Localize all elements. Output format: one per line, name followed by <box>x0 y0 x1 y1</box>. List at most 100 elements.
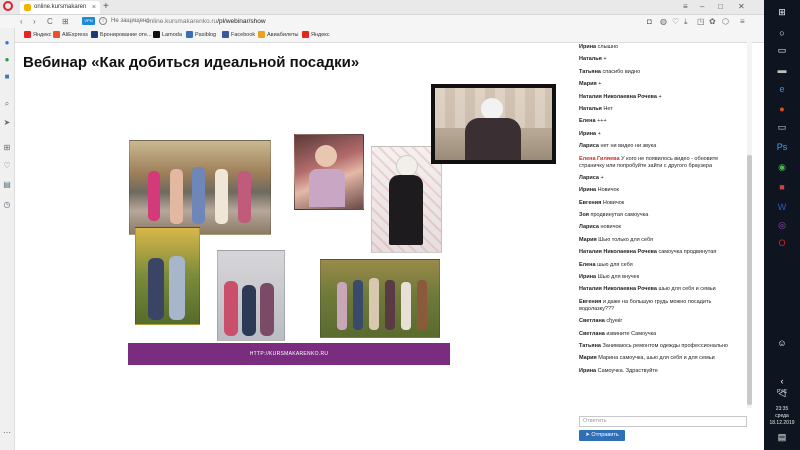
heart-icon[interactable]: ♡ <box>672 16 679 28</box>
chat-message-list: Ирина слышно Наталья + Татьяна спасибо вид… <box>579 44 744 380</box>
not-secure-label[interactable]: Не защищено <box>111 15 150 28</box>
minimize-button[interactable]: – <box>700 0 704 13</box>
chat-author: Наталья <box>579 56 602 63</box>
chat-text: Шью только для себя <box>598 236 653 243</box>
chrome-icon[interactable]: ◉ <box>772 160 792 174</box>
chat-text: + <box>658 93 662 100</box>
chat-author: Татьяна <box>579 68 601 75</box>
reload-button[interactable]: C <box>47 15 53 28</box>
chat-text: нет ни видео ни звука <box>600 143 657 150</box>
chat-message: Ирина + <box>579 131 744 138</box>
firefox-icon[interactable]: ● <box>772 102 792 116</box>
chat-message: Татьяна спасибо видно <box>579 69 744 76</box>
extensions-icon[interactable]: ≡ <box>740 16 745 28</box>
language-indicator[interactable]: РУС <box>764 389 800 395</box>
back-button[interactable]: ‹ <box>20 15 23 28</box>
bookmark-4[interactable]: Pasiblog <box>186 29 216 41</box>
file-explorer-icon[interactable]: ▬ <box>772 63 792 77</box>
heart-sidebar-icon[interactable]: ♡ <box>2 161 12 171</box>
chat-text: самоучка продвинутая <box>658 249 717 256</box>
opera-taskbar-icon[interactable]: O <box>772 236 792 250</box>
viber-icon[interactable]: ◎ <box>772 218 792 232</box>
box-icon[interactable]: ⬡ <box>722 16 729 28</box>
notifications-icon[interactable]: ▤ <box>772 430 792 444</box>
word-icon[interactable]: W <box>772 200 792 214</box>
speed-dial-icon[interactable]: ⊞ <box>62 15 69 28</box>
chat-reply-input[interactable]: Ответить <box>579 416 747 427</box>
send-button-label: Отправить <box>591 432 619 438</box>
bookmark-5-icon <box>222 31 229 39</box>
chat-author: Елена <box>579 261 596 268</box>
bookmark-6[interactable]: Авиабилеты <box>258 29 299 41</box>
opera-sidebar <box>0 28 15 450</box>
chat-author: Евгения <box>579 298 602 305</box>
collage-photo-5 <box>217 250 285 341</box>
grid-icon[interactable]: ⊞ <box>2 143 12 153</box>
task-view-icon[interactable]: ▭ <box>772 43 792 57</box>
webinar-video[interactable] <box>431 84 556 164</box>
url-field[interactable]: online.kursmakarenko.ru/pl/webinar/show <box>146 15 266 28</box>
bookmark-0[interactable]: Яндекс <box>24 29 52 41</box>
photoshop-icon[interactable]: Ps <box>772 140 792 154</box>
chat-author: Евгения <box>579 199 602 206</box>
folder-icon[interactable]: ▭ <box>772 120 792 134</box>
chat-message: Ирина Новичок <box>579 187 744 194</box>
tab-menu-icon[interactable]: ≡ <box>683 0 688 13</box>
bookmark-3[interactable]: Lamoda <box>153 29 182 41</box>
history-icon[interactable]: ◷ <box>2 200 12 210</box>
search-taskbar-icon[interactable]: ○ <box>772 26 792 40</box>
chat-message: Елена шью для себя <box>579 262 744 269</box>
site-banner[interactable]: HTTP://KURSMAKARENKO.RU <box>128 343 450 365</box>
send-button[interactable]: ➤ Отправить <box>579 430 625 441</box>
people-icon[interactable]: ☺ <box>772 336 792 350</box>
maximize-button[interactable]: □ <box>718 0 723 13</box>
bookmark-2[interactable]: Бронирование оте... <box>91 29 152 41</box>
vk-icon[interactable]: ✿ <box>709 16 716 28</box>
bookmark-5[interactable]: Facebook <box>222 29 255 41</box>
bookmark-7[interactable]: Яндекс <box>302 29 330 41</box>
tab-title: online.kursmakarenko.ru/p <box>34 4 86 10</box>
close-window-button[interactable]: ✕ <box>738 0 745 13</box>
chat-message: Светлана сђуеќг <box>579 318 744 325</box>
download-icon[interactable]: ⤓ <box>684 16 688 28</box>
translate-icon[interactable]: ◍ <box>660 16 667 28</box>
vk-sidebar-icon[interactable]: ■ <box>2 72 12 82</box>
chat-message: Мария Шью только для себя <box>579 237 744 244</box>
more-icon[interactable]: ⋯ <box>2 428 12 438</box>
bookmark-1-icon <box>53 31 60 39</box>
bookmark-4-label: Pasiblog <box>195 32 217 38</box>
clock-time[interactable]: 23:35 <box>764 406 800 412</box>
start-icon[interactable]: ⊞ <box>772 5 792 19</box>
messenger-icon[interactable]: ● <box>2 38 12 48</box>
tab-active[interactable]: online.kursmakarenko.ru/p × <box>20 1 100 14</box>
not-secure-icon[interactable]: i <box>99 17 107 25</box>
bookmark-1[interactable]: AliExpress <box>53 29 88 41</box>
opera-logo-icon[interactable] <box>3 1 13 11</box>
chat-author: Лариса <box>579 174 599 181</box>
chat-text: Марина самоучка, шью для себя и для семь… <box>598 355 715 362</box>
bookmark-2-label: Бронирование оте... <box>100 32 152 38</box>
chat-message: Лариса + <box>579 175 744 182</box>
clock-day[interactable]: среда <box>764 413 800 419</box>
tab-close-icon[interactable]: × <box>92 1 96 14</box>
forward-button[interactable]: › <box>33 15 36 28</box>
chat-text: + <box>603 56 607 63</box>
whatsapp-icon[interactable]: ● <box>2 55 12 65</box>
chat-author: Ирина <box>579 274 597 281</box>
clock-date[interactable]: 18.12.2019 <box>764 420 800 426</box>
news-icon[interactable]: ▤ <box>2 180 12 190</box>
video-pop-icon[interactable]: ◳ <box>697 16 705 28</box>
chat-text: спасибо видно <box>602 68 641 75</box>
chat-text: +++ <box>597 118 607 125</box>
chat-message: Лариса новичок <box>579 224 744 231</box>
app-icon[interactable]: ■ <box>772 180 792 194</box>
new-tab-button[interactable]: + <box>103 0 109 13</box>
bookmark-0-label: Яндекс <box>33 32 52 38</box>
camera-icon[interactable]: ◘ <box>647 16 652 28</box>
edge-icon[interactable]: e <box>772 82 792 96</box>
vpn-badge[interactable]: VPN <box>82 17 95 25</box>
chat-text: Новичок <box>602 199 625 206</box>
send-icon[interactable]: ➤ <box>2 118 12 128</box>
chat-scrollbar-thumb[interactable] <box>747 155 752 405</box>
search-icon[interactable]: ⌕ <box>2 99 12 109</box>
